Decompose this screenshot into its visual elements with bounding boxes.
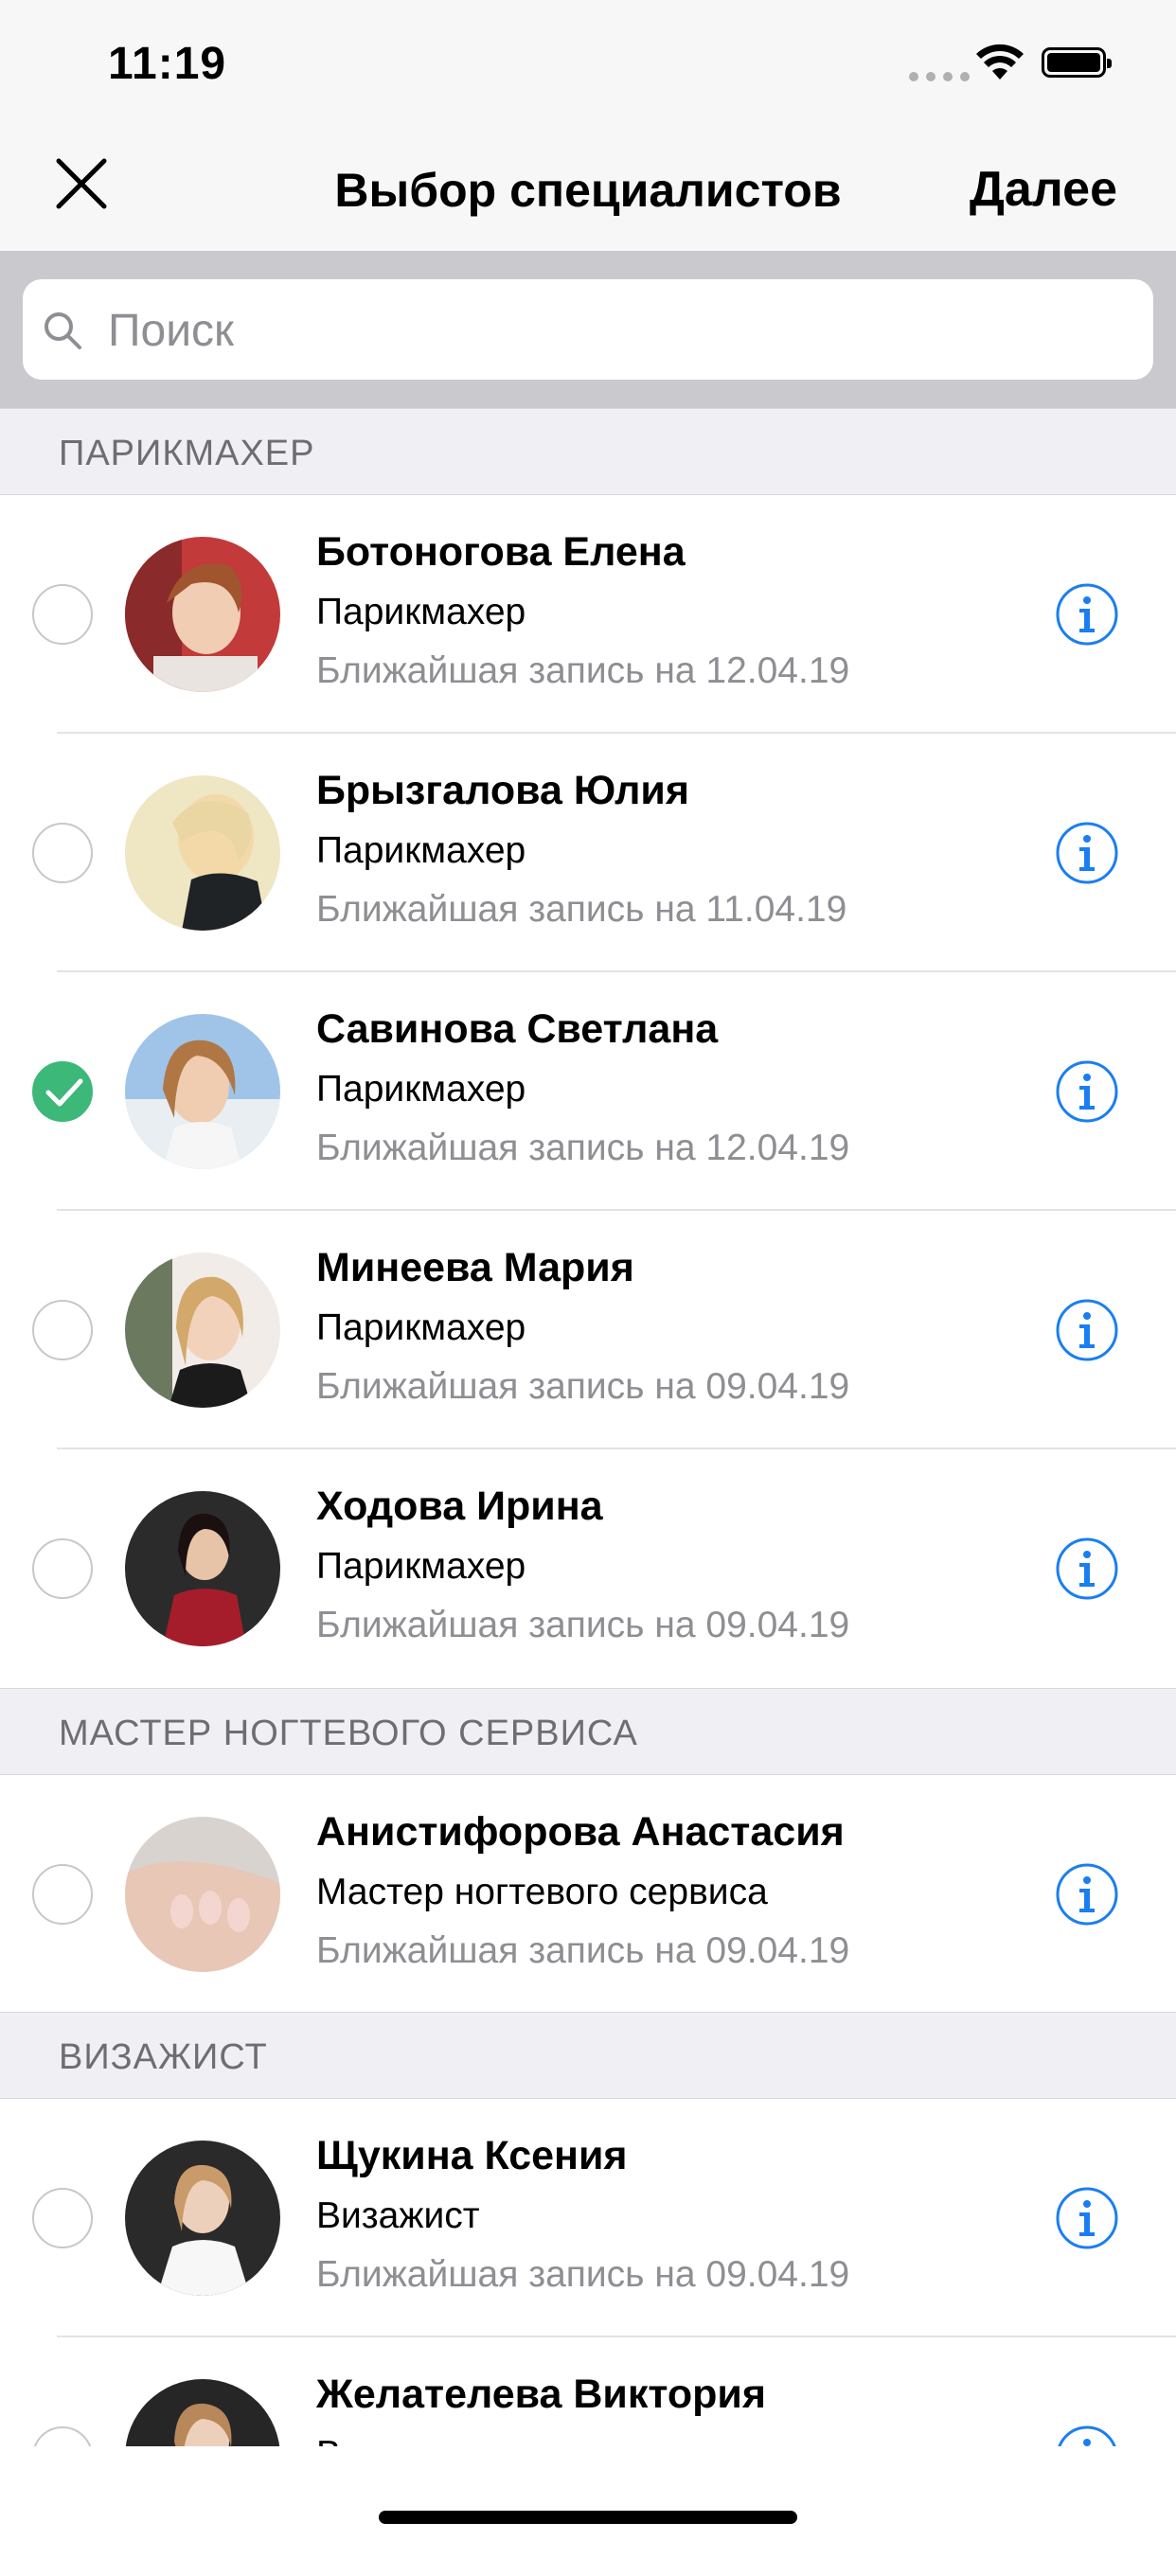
- next-appointment: Ближайшая запись на 12.04.19: [316, 1128, 850, 1168]
- next-appointment: Ближайшая запись на 09.04.19: [316, 2254, 850, 2295]
- next-appointment: Ближайшая запись на 09.04.19: [316, 1605, 850, 1645]
- specialist-role: Парикмахер: [316, 830, 526, 871]
- list-item[interactable]: Щукина Ксения Визажист Ближайшая запись …: [0, 2099, 1176, 2337]
- specialist-name: Анистифорова Анастасия: [316, 1809, 845, 1855]
- list-item[interactable]: Савинова Светлана Парикмахер Ближайшая з…: [0, 972, 1176, 1211]
- avatar: [125, 775, 280, 931]
- section-header-nail-master: МАСТЕР НОГТЕВОГО СЕРВИСА: [0, 1688, 1176, 1775]
- avatar: [125, 1252, 280, 1408]
- section-header-hairdresser: ПАРИКМАХЕР: [0, 408, 1176, 495]
- specialist-name: Ботоногова Елена: [316, 529, 686, 575]
- specialist-role: Парикмахер: [316, 592, 526, 632]
- radio-checked-icon[interactable]: [32, 1061, 93, 1122]
- specialist-name: Минеева Мария: [316, 1245, 634, 1290]
- avatar: [125, 1491, 280, 1646]
- status-bar: 11:19: [0, 0, 1176, 125]
- radio-unchecked-icon[interactable]: [32, 1538, 93, 1599]
- next-appointment: Ближайшая запись на 11.04.19: [316, 889, 847, 930]
- specialist-name: Савинова Светлана: [316, 1006, 719, 1052]
- avatar: [125, 1817, 280, 1972]
- specialist-name: Брызгалова Юлия: [316, 768, 689, 813]
- section-title: МАСТЕР НОГТЕВОГО СЕРВИСА: [59, 1714, 638, 1753]
- info-icon[interactable]: [1055, 1862, 1119, 1927]
- next-appointment: Ближайшая запись на 09.04.19: [316, 1366, 850, 1407]
- info-icon[interactable]: [1055, 1059, 1119, 1124]
- specialist-name: Ходова Ирина: [316, 1483, 603, 1529]
- status-time: 11:19: [108, 39, 227, 89]
- specialist-role: Парикмахер: [316, 1069, 526, 1110]
- search-field[interactable]: [23, 279, 1153, 380]
- search-icon: [45, 312, 81, 349]
- section-title: ПАРИКМАХЕР: [59, 434, 315, 473]
- search-input[interactable]: [106, 298, 1132, 363]
- radio-unchecked-icon[interactable]: [32, 2188, 93, 2248]
- wifi-icon: [976, 44, 1024, 80]
- next-appointment: Ближайшая запись на 12.04.19: [316, 650, 850, 691]
- avatar: [125, 537, 280, 692]
- specialist-role: Парикмахер: [316, 1307, 526, 1348]
- avatar: [125, 2141, 280, 2296]
- battery-icon: [1042, 47, 1112, 78]
- specialist-role: Парикмахер: [316, 1546, 526, 1587]
- specialist-role: Мастер ногтевого сервиса: [316, 1872, 768, 1912]
- info-icon[interactable]: [1055, 1298, 1119, 1362]
- info-icon[interactable]: [1055, 821, 1119, 885]
- info-icon[interactable]: [1055, 2186, 1119, 2250]
- list-item[interactable]: Анистифорова Анастасия Мастер ногтевого …: [0, 1775, 1176, 2014]
- info-icon[interactable]: [1055, 582, 1119, 647]
- next-button[interactable]: Далее: [970, 161, 1117, 218]
- list-item[interactable]: Минеева Мария Парикмахер Ближайшая запис…: [0, 1211, 1176, 1449]
- radio-unchecked-icon[interactable]: [32, 584, 93, 645]
- section-title: ВИЗАЖИСТ: [59, 2037, 268, 2077]
- info-icon[interactable]: [1055, 1537, 1119, 1601]
- avatar: [125, 1014, 280, 1169]
- home-indicator-area: [0, 2446, 1176, 2545]
- cellular-signal-icon: [909, 72, 970, 81]
- radio-unchecked-icon[interactable]: [32, 1300, 93, 1360]
- list-item[interactable]: Брызгалова Юлия Парикмахер Ближайшая зап…: [0, 734, 1176, 972]
- radio-unchecked-icon[interactable]: [32, 1864, 93, 1925]
- specialist-name: Щукина Ксения: [316, 2133, 628, 2178]
- navigation-bar: Выбор специалистов Далее: [0, 125, 1176, 251]
- next-appointment: Ближайшая запись на 09.04.19: [316, 1930, 850, 1971]
- radio-unchecked-icon[interactable]: [32, 823, 93, 883]
- section-header-makeup-artist: ВИЗАЖИСТ: [0, 2012, 1176, 2099]
- list-item[interactable]: Ходова Ирина Парикмахер Ближайшая запись…: [0, 1449, 1176, 1688]
- home-indicator[interactable]: [379, 2511, 797, 2524]
- list-item[interactable]: Ботоногова Елена Парикмахер Ближайшая за…: [0, 495, 1176, 734]
- search-bar: [0, 251, 1176, 408]
- specialist-role: Визажист: [316, 2195, 480, 2236]
- specialist-name: Желателева Виктория: [316, 2372, 766, 2417]
